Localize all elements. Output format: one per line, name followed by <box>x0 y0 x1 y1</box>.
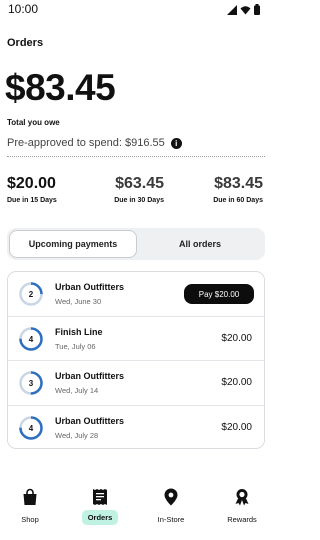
installment-number: 2 <box>29 290 34 299</box>
cell-signal-icon <box>227 4 237 15</box>
upcoming-payments-list: 2 Urban Outfitters Wed, June 30 Pay $20.… <box>7 271 265 449</box>
nav-label: Orders <box>81 510 119 525</box>
tab-all-orders[interactable]: All orders <box>137 230 263 258</box>
merchant-name: Finish Line <box>55 326 103 337</box>
payment-row[interactable]: 2 Urban Outfitters Wed, June 30 Pay $20.… <box>8 272 264 317</box>
due-label: Due in 15 Days <box>7 196 57 204</box>
installment-progress-icon: 2 <box>19 282 43 306</box>
preapproved-row: Pre-approved to spend: $916.55 i <box>7 137 182 149</box>
due-label: Due in 30 Days <box>114 196 164 204</box>
installment-progress-icon: 3 <box>19 371 43 395</box>
installment-number: 4 <box>29 424 34 433</box>
payment-amount: $20.00 <box>221 377 252 388</box>
battery-icon <box>254 4 260 15</box>
nav-item-in-store[interactable]: In-Store <box>141 488 201 527</box>
page-title: Orders <box>7 37 44 49</box>
total-amount: $83.45 <box>5 67 116 108</box>
total-label: Total you owe <box>7 118 60 127</box>
due-summary-15-days: $20.00 Due in 15 Days <box>7 175 57 204</box>
payment-amount: $20.00 <box>221 421 252 433</box>
receipt-icon <box>93 489 107 505</box>
nav-item-rewards[interactable]: Rewards <box>212 488 272 527</box>
nav-label: Rewards <box>227 515 257 524</box>
payment-row[interactable]: 4 Urban Outfitters Wed, July 28 $20.00 <box>8 406 264 449</box>
nav-label: Shop <box>21 515 39 524</box>
merchant-name: Urban Outfitters <box>55 415 125 426</box>
merchant-name: Urban Outfitters <box>55 282 125 292</box>
due-amount: $63.45 <box>115 175 164 192</box>
payment-row[interactable]: 3 Urban Outfitters Wed, July 14 $20.00 <box>8 361 264 406</box>
payment-date: Tue, July 06 <box>55 341 96 351</box>
nav-item-orders[interactable]: Orders <box>70 488 130 525</box>
info-icon[interactable]: i <box>170 137 182 149</box>
installment-number: 3 <box>29 379 34 388</box>
payment-date: Wed, June 30 <box>55 297 102 306</box>
installment-number: 4 <box>29 335 34 344</box>
nav-label: In-Store <box>157 515 185 524</box>
bottom-nav: Shop Orders In-Store Rewards <box>0 480 270 540</box>
payments-tabs: Upcoming payments All orders <box>7 228 265 260</box>
nav-item-shop[interactable]: Shop <box>0 488 60 527</box>
due-summary-30-days: $63.45 Due in 30 Days <box>106 175 164 204</box>
status-icons <box>227 4 260 15</box>
payment-date: Wed, July 14 <box>55 386 99 395</box>
preapproved-text: Pre-approved to spend: $916.55 <box>7 137 165 149</box>
due-summary-60-days: $83.45 Due in 60 Days <box>203 175 263 204</box>
wifi-icon <box>240 5 251 14</box>
due-amount: $20.00 <box>7 175 56 192</box>
payment-row[interactable]: 4 Finish Line Tue, July 06 $20.00 <box>8 317 264 361</box>
shopping-bag-icon <box>23 488 37 505</box>
payment-amount: $20.00 <box>221 332 252 344</box>
tab-upcoming-payments[interactable]: Upcoming payments <box>9 230 137 258</box>
location-pin-icon <box>164 488 178 506</box>
award-ribbon-icon <box>235 489 249 506</box>
payment-date: Wed, July 28 <box>55 430 99 440</box>
status-bar: 10:00 <box>0 0 270 20</box>
installment-progress-icon: 4 <box>19 415 43 440</box>
merchant-name: Urban Outfitters <box>55 371 125 381</box>
installment-progress-icon: 4 <box>19 326 43 351</box>
status-time: 10:00 <box>8 2 39 16</box>
pay-button[interactable]: Pay $20.00 <box>184 284 254 304</box>
due-amount: $83.45 <box>214 175 263 192</box>
dotted-divider <box>7 156 265 157</box>
due-label: Due in 60 Days <box>213 196 263 204</box>
